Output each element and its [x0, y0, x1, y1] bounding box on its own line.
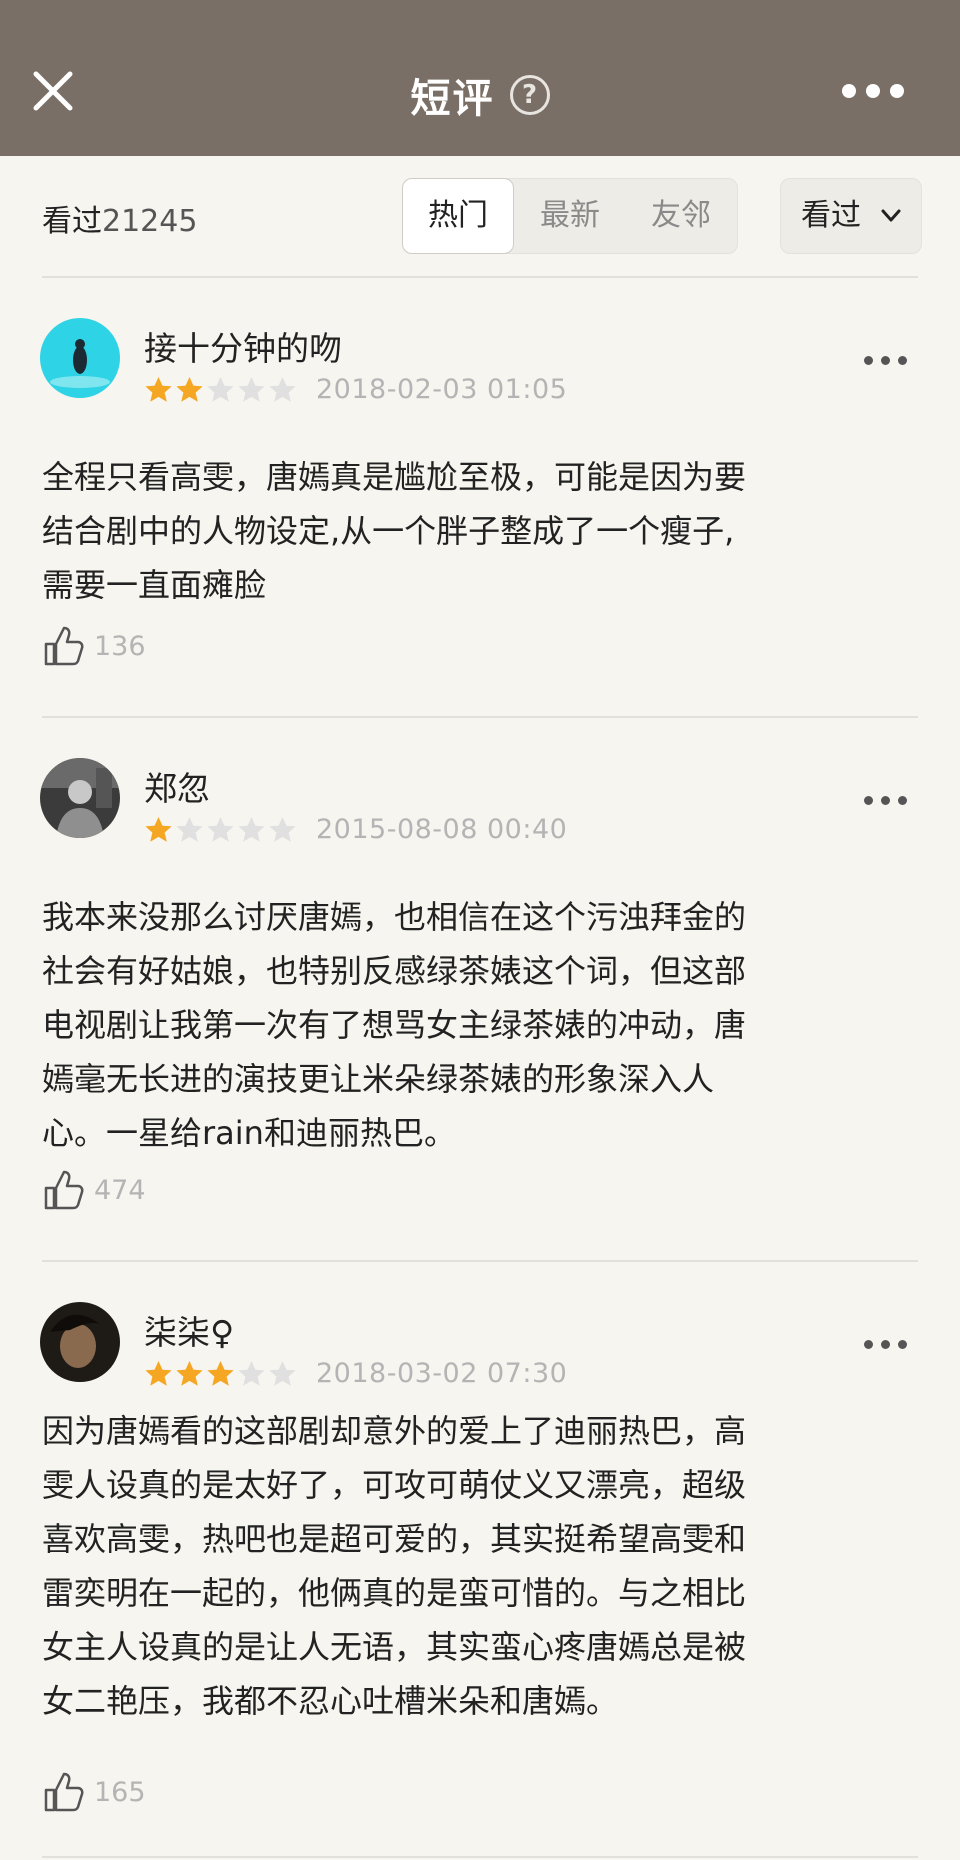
- dot-icon: [890, 84, 904, 98]
- help-icon[interactable]: ?: [509, 75, 550, 115]
- sort-tabs: 热门 最新 友邻: [402, 178, 738, 254]
- review-more-button[interactable]: [864, 356, 908, 366]
- divider: [42, 716, 918, 718]
- star-rating: [144, 376, 299, 404]
- thumbs-up-icon: [44, 1170, 84, 1210]
- star-empty-icon: [238, 817, 265, 842]
- review-text: 全程只看高雯，唐嫣真是尴尬至极，可能是因为要 结合剧中的人物设定,从一个胖子整成…: [42, 458, 747, 604]
- title-area: 短评 ?: [0, 66, 960, 124]
- star-filled-icon: [145, 377, 172, 402]
- avatar[interactable]: [40, 1302, 120, 1382]
- review-date: 2018-02-03 01:05: [316, 374, 568, 405]
- star-filled-icon: [145, 817, 172, 842]
- user-name[interactable]: 柒柒♀: [144, 1306, 234, 1354]
- avatar-photo-icon: [40, 1302, 120, 1382]
- thumbs-up-icon: [44, 1772, 84, 1812]
- like-count: 165: [94, 1776, 146, 1808]
- divider: [42, 276, 918, 278]
- tab-hot[interactable]: 热门: [402, 178, 514, 254]
- seen-count-label: 看过21245: [42, 204, 198, 239]
- star-filled-icon: [207, 1361, 234, 1386]
- like-button[interactable]: 136: [42, 624, 146, 670]
- review-date: 2018-03-02 07:30: [316, 1358, 568, 1389]
- star-empty-icon: [269, 377, 296, 402]
- like-button[interactable]: 474: [42, 1168, 146, 1214]
- star-filled-icon: [145, 1361, 172, 1386]
- avatar-photo-icon: [40, 758, 120, 838]
- divider: [42, 1260, 918, 1262]
- seen-count: 21245: [102, 204, 198, 239]
- divider: [42, 1856, 918, 1858]
- top-bar: 短评 ?: [0, 0, 960, 156]
- avatar[interactable]: [40, 318, 120, 398]
- avatar-penguin-icon: [40, 318, 120, 398]
- star-filled-icon: [176, 1361, 203, 1386]
- star-empty-icon: [207, 817, 234, 842]
- dot-icon: [842, 84, 856, 98]
- filter-bar: 看过21245 热门 最新 友邻 看过: [0, 156, 960, 278]
- user-name[interactable]: 接十分钟的吻: [144, 322, 342, 370]
- review-text: 因为唐嫣看的这部剧却意外的爱上了迪丽热巴，高 雯人设真的是太好了，可攻可萌仗义又…: [42, 1412, 747, 1720]
- star-empty-icon: [238, 1361, 265, 1386]
- star-rating: [144, 816, 299, 844]
- user-name[interactable]: 郑忽: [144, 762, 210, 810]
- avatar[interactable]: [40, 758, 120, 838]
- review-date: 2015-08-08 00:40: [316, 814, 568, 845]
- page-title: 短评: [410, 76, 495, 122]
- tab-latest[interactable]: 最新: [515, 179, 625, 253]
- more-options-button[interactable]: [842, 84, 904, 100]
- star-rating: [144, 1360, 299, 1388]
- tab-friends[interactable]: 友邻: [625, 179, 737, 253]
- star-empty-icon: [269, 1361, 296, 1386]
- like-button[interactable]: 165: [42, 1770, 146, 1816]
- star-empty-icon: [207, 377, 234, 402]
- chevron-down-icon: [881, 209, 901, 222]
- star-empty-icon: [238, 377, 265, 402]
- star-empty-icon: [269, 817, 296, 842]
- seen-filter-dropdown[interactable]: 看过: [780, 178, 922, 254]
- star-filled-icon: [176, 377, 203, 402]
- star-empty-icon: [176, 817, 203, 842]
- review-more-button[interactable]: [864, 1340, 908, 1350]
- review-text: 我本来没那么讨厌唐嫣，也相信在这个污浊拜金的 社会有好姑娘，也特别反感绿茶婊这个…: [42, 898, 747, 1152]
- like-count: 474: [94, 1174, 146, 1206]
- like-count: 136: [94, 630, 146, 662]
- thumbs-up-icon: [44, 626, 84, 666]
- dot-icon: [866, 84, 880, 98]
- review-more-button[interactable]: [864, 796, 908, 806]
